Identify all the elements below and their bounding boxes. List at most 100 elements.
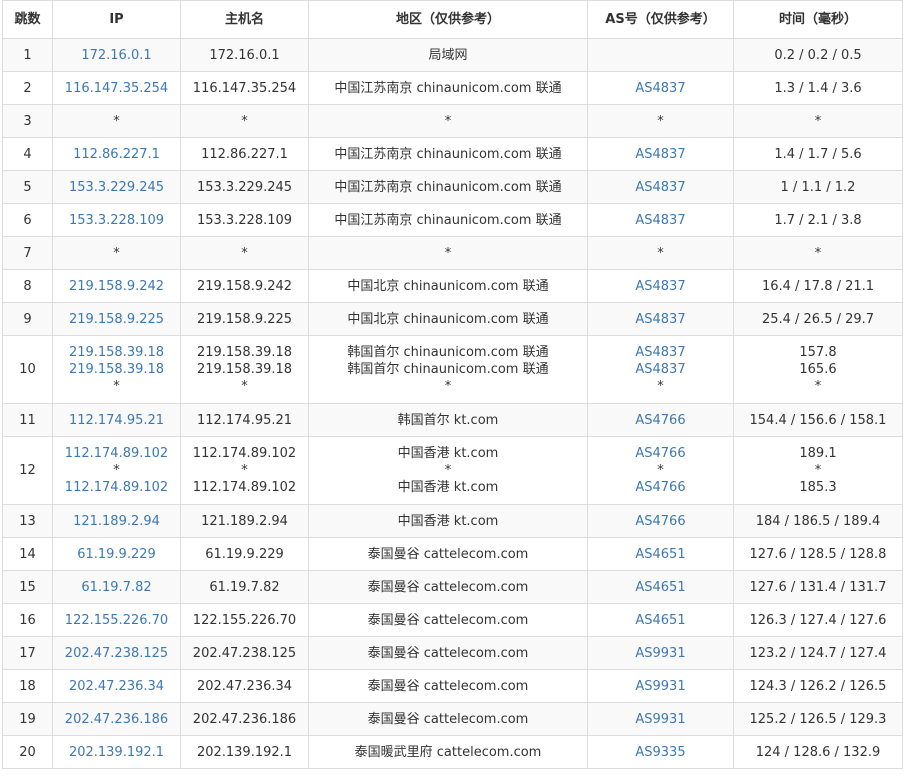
as-link[interactable]: AS9931: [589, 678, 733, 695]
region-cell-text: 泰国曼谷 cattelecom.com: [367, 612, 529, 628]
table-row: 5 153.3.229.245 153.3.229.245 中国江苏南京 chinau…: [2, 170, 903, 204]
ip-link[interactable]: 219.158.39.18: [54, 361, 180, 378]
time-cell-text: 125.2 / 126.5 / 129.3: [749, 711, 887, 727]
hostname-cell-text: 112.174.89.102: [192, 480, 297, 495]
region-cell-text: 中国江苏南京 chinaunicom.com 联通: [334, 179, 562, 195]
region-cell: 局域网: [308, 38, 588, 72]
ip-link[interactable]: 202.47.238.125: [54, 645, 180, 662]
table-row: 16 122.155.226.70 122.155.226.70 泰国曼谷 catte…: [2, 603, 903, 637]
header-hop: 跳数: [2, 0, 53, 39]
as-link[interactable]: AS4837: [589, 179, 733, 196]
table-body: 1 172.16.0.1 172.16.0.1 局域网 0.2 / 0.2 / 0.5 2…: [2, 38, 903, 769]
region-cell: 中国江苏南京 chinaunicom.com 联通: [308, 170, 588, 204]
ip-link[interactable]: 121.189.2.94: [54, 513, 180, 530]
region-cell-text: 中国香港 kt.com: [397, 446, 499, 461]
ip-cell-text: *: [113, 245, 120, 261]
ip-link[interactable]: 112.174.89.102: [54, 479, 180, 496]
hostname-cell-text: 202.47.238.125: [192, 645, 297, 661]
ip-link[interactable]: 202.139.192.1: [54, 744, 180, 761]
ip-link[interactable]: 202.47.236.34: [54, 678, 180, 695]
hostname-cell: 219.158.9.225: [180, 302, 309, 336]
hop-cell: 4: [2, 137, 53, 171]
region-cell: 韩国首尔 chinaunicom.com 联通 韩国首尔 chinaunicom.…: [308, 335, 588, 404]
as-link[interactable]: AS4837: [589, 146, 733, 163]
header-region: 地区（仅供参考）: [308, 0, 588, 39]
as-cell: AS4837: [587, 71, 734, 105]
ip-link[interactable]: 219.158.39.18: [54, 344, 180, 361]
ip-link[interactable]: 116.147.35.254: [54, 80, 180, 97]
as-link[interactable]: AS9931: [589, 645, 733, 662]
hostname-cell: 112.86.227.1: [180, 137, 309, 171]
as-cell: AS9931: [587, 669, 734, 703]
ip-link[interactable]: 219.158.9.225: [54, 311, 180, 328]
table-row: 3 * * * * *: [2, 104, 903, 138]
time-cell-text: 1.7 / 2.1 / 3.8: [774, 212, 862, 228]
as-link[interactable]: AS4651: [589, 579, 733, 596]
time-cell-text: 0.2 / 0.2 / 0.5: [774, 47, 862, 63]
region-cell: *: [308, 104, 588, 138]
hostname-cell: 121.189.2.94: [180, 504, 309, 538]
table-row: 7 * * * * *: [2, 236, 903, 270]
region-cell-text: 泰国曼谷 cattelecom.com: [367, 678, 529, 694]
time-cell: 0.2 / 0.2 / 0.5: [733, 38, 903, 72]
as-link[interactable]: AS4766: [589, 513, 733, 530]
as-link[interactable]: AS4837: [589, 311, 733, 328]
as-link[interactable]: AS4837: [589, 212, 733, 229]
as-link[interactable]: AS9931: [589, 711, 733, 728]
header-time: 时间（毫秒）: [733, 0, 903, 39]
ip-link[interactable]: 122.155.226.70: [54, 612, 180, 629]
hostname-cell: 153.3.228.109: [180, 203, 309, 237]
time-cell: 1.7 / 2.1 / 3.8: [733, 203, 903, 237]
hop-cell: 20: [2, 735, 53, 769]
hostname-cell-text: 202.47.236.186: [192, 711, 297, 727]
as-cell: AS4766: [587, 403, 734, 437]
hop-cell: 1: [2, 38, 53, 72]
as-link[interactable]: AS4837: [589, 278, 733, 295]
time-cell-text: 185.3: [799, 480, 837, 495]
hostname-cell-text: 219.158.9.242: [196, 278, 293, 294]
as-link[interactable]: AS4766: [589, 479, 733, 496]
time-cell-text: 1.4 / 1.7 / 5.6: [774, 146, 862, 162]
region-cell: 泰国曼谷 cattelecom.com: [308, 636, 588, 670]
table-header: 跳数 IP 主机名 地区（仅供参考） AS号（仅供参考） 时间（毫秒）: [2, 0, 903, 39]
ip-cell: 122.155.226.70: [52, 603, 181, 637]
ip-cell: 121.189.2.94: [52, 504, 181, 538]
hostname-cell-text: 153.3.229.245: [196, 179, 293, 195]
as-link[interactable]: AS4766: [589, 445, 733, 462]
ip-link[interactable]: 112.174.95.21: [54, 412, 180, 429]
hop-cell: 12: [2, 436, 53, 505]
as-link[interactable]: AS4651: [589, 546, 733, 563]
ip-link[interactable]: 172.16.0.1: [54, 47, 180, 64]
ip-link[interactable]: 202.47.236.186: [54, 711, 180, 728]
as-link[interactable]: AS9335: [589, 744, 733, 761]
ip-link[interactable]: 112.174.89.102: [54, 445, 180, 462]
ip-link[interactable]: 61.19.9.229: [54, 546, 180, 563]
ip-link[interactable]: 61.19.7.82: [54, 579, 180, 596]
region-cell: 泰国暖武里府 cattelecom.com: [308, 735, 588, 769]
time-cell-text: 184 / 186.5 / 189.4: [755, 513, 881, 529]
time-cell: 154.4 / 156.6 / 158.1: [733, 403, 903, 437]
hostname-cell-text: 112.174.89.102: [192, 446, 297, 461]
time-cell: *: [733, 236, 903, 270]
ip-link[interactable]: 219.158.9.242: [54, 278, 180, 295]
region-cell: 韩国首尔 kt.com: [308, 403, 588, 437]
as-link[interactable]: AS4837: [589, 361, 733, 378]
as-cell: AS4651: [587, 570, 734, 604]
ip-link[interactable]: 112.86.227.1: [54, 146, 180, 163]
time-cell: 16.4 / 17.8 / 21.1: [733, 269, 903, 303]
hostname-cell: 112.174.95.21: [180, 403, 309, 437]
hop-cell: 5: [2, 170, 53, 204]
table-row: 2 116.147.35.254 116.147.35.254 中国江苏南京 chin…: [2, 71, 903, 105]
ip-cell: *: [52, 104, 181, 138]
time-cell-text: 157.8: [799, 345, 837, 360]
ip-link[interactable]: 153.3.228.109: [54, 212, 180, 229]
table-row: 14 61.19.9.229 61.19.9.229 泰国曼谷 cattelecom.…: [2, 537, 903, 571]
as-link[interactable]: AS4766: [589, 412, 733, 429]
as-link[interactable]: AS4651: [589, 612, 733, 629]
hostname-cell-text: 61.19.7.82: [209, 579, 280, 595]
as-link[interactable]: AS4837: [589, 344, 733, 361]
ip-link[interactable]: 153.3.229.245: [54, 179, 180, 196]
as-link[interactable]: AS4837: [589, 80, 733, 97]
region-cell-text: 中国江苏南京 chinaunicom.com 联通: [334, 146, 562, 162]
as-cell: AS4837: [587, 269, 734, 303]
